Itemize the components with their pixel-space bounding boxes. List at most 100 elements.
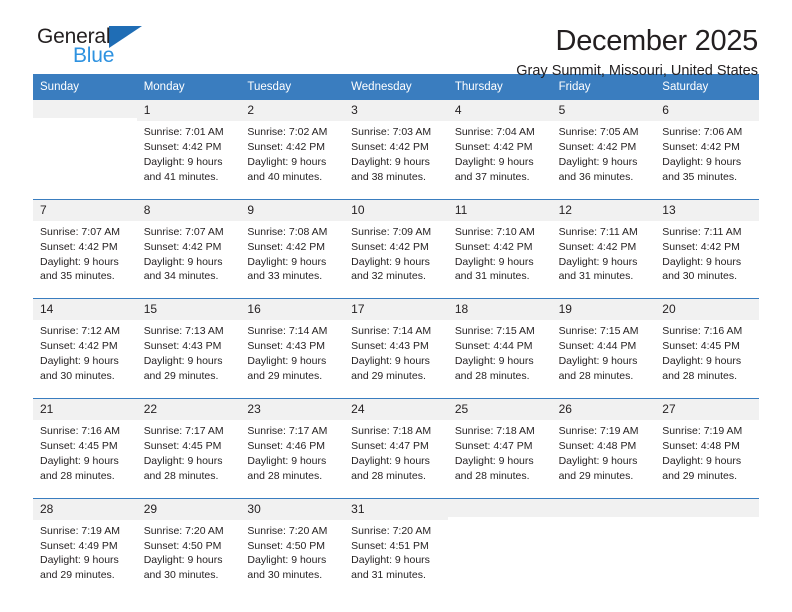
day-detail-line: and 29 minutes.	[40, 569, 115, 582]
day-number: 1	[136, 100, 241, 122]
calendar-day-cell[interactable]: 7 Sunrise: 7:07 AM Sunset: 4:42 PM Daylight…	[33, 199, 137, 289]
calendar-day-cell[interactable]: 16 Sunrise: 7:14 AM Sunset: 4:43 PM Dayligh…	[240, 299, 345, 388]
day-detail-line: Sunrise: 7:14 AM	[351, 325, 432, 338]
calendar-day-cell[interactable]: 25 Sunrise: 7:18 AM Sunset: 4:47 PM Dayligh…	[447, 398, 552, 488]
calendar-day-cell[interactable]: 14 Sunrise: 7:12 AM Sunset: 4:42 PM Dayligh…	[33, 299, 137, 388]
day-detail-line: and 35 minutes.	[662, 170, 737, 183]
day-detail-line: and 38 minutes.	[351, 170, 426, 183]
calendar-day-cell[interactable]: 28 Sunrise: 7:19 AM Sunset: 4:49 PM Dayligh…	[33, 498, 137, 588]
day-detail-line: Daylight: 9 hours	[143, 355, 223, 368]
day-detail-line: Sunset: 4:42 PM	[351, 240, 429, 253]
calendar-day-cell[interactable]: 20 Sunrise: 7:16 AM Sunset: 4:45 PM Dayligh…	[655, 299, 759, 388]
day-detail-line: Sunrise: 7:16 AM	[662, 325, 743, 338]
calendar-day-cell[interactable]: 21 Sunrise: 7:16 AM Sunset: 4:45 PM Dayligh…	[33, 398, 137, 488]
calendar-day-cell[interactable]: 4 Sunrise: 7:04 AM Sunset: 4:42 PM Daylight…	[447, 100, 552, 189]
day-number: 24	[344, 398, 448, 420]
calendar-day-cell[interactable]: 15 Sunrise: 7:13 AM Sunset: 4:43 PM Dayligh…	[136, 299, 241, 388]
day-detail-line: Sunrise: 7:11 AM	[558, 225, 638, 238]
calendar-day-cell[interactable]: 10 Sunrise: 7:09 AM Sunset: 4:42 PM Dayligh…	[344, 199, 448, 289]
day-detail-line: and 31 minutes.	[558, 270, 634, 283]
day-detail-line: and 29 minutes.	[558, 469, 634, 482]
calendar-day-cell[interactable]: 22 Sunrise: 7:17 AM Sunset: 4:45 PM Dayligh…	[136, 398, 241, 488]
day-detail-line: Daylight: 9 hours	[351, 355, 430, 368]
calendar-day-cell[interactable]: 11 Sunrise: 7:10 AM Sunset: 4:42 PM Dayligh…	[447, 199, 552, 289]
day-details: Sunrise: 7:16 AM Sunset: 4:45 PM Daylight:…	[655, 320, 759, 388]
day-number: 4	[447, 100, 552, 122]
calendar-day-cell[interactable]: 26 Sunrise: 7:19 AM Sunset: 4:48 PM Dayligh…	[551, 398, 656, 488]
calendar-day-cell[interactable]: 8 Sunrise: 7:07 AM Sunset: 4:42 PM Daylight…	[136, 199, 241, 289]
day-details: Sunrise: 7:19 AM Sunset: 4:49 PM Daylight:…	[33, 520, 137, 588]
day-detail-line: Daylight: 9 hours	[351, 554, 430, 567]
day-number: 20	[655, 299, 759, 321]
day-detail-line: Daylight: 9 hours	[454, 155, 534, 168]
day-detail-line: Sunset: 4:47 PM	[351, 439, 429, 452]
calendar-day-cell[interactable]: 12 Sunrise: 7:11 AM Sunset: 4:42 PM Dayligh…	[551, 199, 656, 289]
calendar-day-cell[interactable]: 9 Sunrise: 7:08 AM Sunset: 4:42 PM Daylight…	[240, 199, 345, 289]
day-detail-line: and 28 minutes.	[454, 370, 530, 383]
day-details: Sunrise: 7:19 AM Sunset: 4:48 PM Daylight:…	[655, 420, 759, 488]
day-detail-line: Sunset: 4:50 PM	[247, 539, 326, 552]
day-detail-line: Sunset: 4:43 PM	[351, 340, 429, 353]
calendar-day-cell[interactable]: 24 Sunrise: 7:18 AM Sunset: 4:47 PM Dayligh…	[344, 398, 448, 488]
calendar-week-row: 28 Sunrise: 7:19 AM Sunset: 4:49 PM Dayligh…	[33, 497, 759, 588]
day-details: Sunrise: 7:14 AM Sunset: 4:43 PM Daylight:…	[344, 320, 448, 388]
day-number: 18	[447, 299, 552, 321]
day-detail-line: and 35 minutes.	[40, 270, 115, 283]
day-details	[448, 517, 552, 525]
day-details: Sunrise: 7:09 AM Sunset: 4:42 PM Daylight:…	[344, 221, 448, 289]
day-detail-line: and 37 minutes.	[454, 170, 530, 183]
day-detail-line: Daylight: 9 hours	[40, 355, 119, 368]
calendar-day-cell-empty	[655, 498, 759, 588]
day-detail-line: Sunrise: 7:05 AM	[558, 126, 639, 139]
day-detail-line: and 29 minutes.	[351, 370, 426, 383]
logo-triangle-icon	[109, 26, 143, 48]
day-detail-line: Sunset: 4:42 PM	[247, 141, 326, 153]
day-detail-line: Sunrise: 7:13 AM	[143, 325, 224, 338]
day-details: Sunrise: 7:14 AM Sunset: 4:43 PM Daylight:…	[240, 320, 344, 388]
day-detail-line: and 34 minutes.	[143, 270, 219, 283]
calendar-day-cell[interactable]: 2 Sunrise: 7:02 AM Sunset: 4:42 PM Daylight…	[240, 100, 345, 189]
day-number	[655, 498, 759, 517]
day-number: 3	[344, 100, 448, 122]
day-detail-line: Sunset: 4:42 PM	[558, 240, 637, 253]
day-detail-line: Sunset: 4:42 PM	[558, 141, 637, 153]
day-detail-line: Sunset: 4:45 PM	[143, 439, 222, 452]
day-detail-line: Sunrise: 7:07 AM	[40, 225, 120, 238]
day-detail-line: and 28 minutes.	[454, 469, 530, 482]
day-detail-line: Daylight: 9 hours	[351, 155, 430, 168]
calendar-week-row: 21 Sunrise: 7:16 AM Sunset: 4:45 PM Dayligh…	[33, 397, 759, 488]
calendar-day-cell[interactable]: 13 Sunrise: 7:11 AM Sunset: 4:42 PM Dayligh…	[655, 199, 759, 289]
logo-text-blue: Blue	[73, 44, 115, 67]
generalblue-logo: General Blue	[33, 26, 217, 66]
calendar-day-cell[interactable]: 5 Sunrise: 7:05 AM Sunset: 4:42 PM Daylight…	[551, 100, 656, 189]
calendar-day-cell[interactable]: 17 Sunrise: 7:14 AM Sunset: 4:43 PM Dayligh…	[344, 299, 448, 388]
day-detail-line: and 28 minutes.	[40, 469, 115, 482]
day-details: Sunrise: 7:11 AM Sunset: 4:42 PM Daylight:…	[655, 221, 759, 289]
day-detail-line: Daylight: 9 hours	[351, 255, 430, 268]
day-detail-line: Sunset: 4:42 PM	[662, 141, 740, 153]
calendar-day-cell[interactable]: 29 Sunrise: 7:20 AM Sunset: 4:50 PM Dayligh…	[136, 498, 241, 588]
day-details	[552, 517, 656, 525]
day-details: Sunrise: 7:08 AM Sunset: 4:42 PM Daylight:…	[240, 221, 344, 289]
calendar-day-cell[interactable]: 27 Sunrise: 7:19 AM Sunset: 4:48 PM Dayligh…	[655, 398, 759, 488]
day-details: Sunrise: 7:11 AM Sunset: 4:42 PM Daylight:…	[552, 221, 656, 289]
day-detail-line: Sunrise: 7:18 AM	[454, 424, 535, 437]
calendar-day-cell[interactable]: 6 Sunrise: 7:06 AM Sunset: 4:42 PM Daylight…	[655, 100, 759, 189]
calendar-day-cell[interactable]: 1 Sunrise: 7:01 AM Sunset: 4:42 PM Daylight…	[136, 100, 241, 189]
calendar-day-cell[interactable]: 19 Sunrise: 7:15 AM Sunset: 4:44 PM Dayligh…	[551, 299, 656, 388]
calendar-day-cell[interactable]: 3 Sunrise: 7:03 AM Sunset: 4:42 PM Daylight…	[344, 100, 448, 189]
day-detail-line: Sunset: 4:45 PM	[40, 439, 118, 452]
day-detail-line: Daylight: 9 hours	[351, 454, 430, 467]
day-detail-line: Sunset: 4:43 PM	[143, 340, 222, 353]
day-detail-line: and 28 minutes.	[558, 370, 634, 383]
day-detail-line: Sunset: 4:43 PM	[247, 340, 326, 353]
calendar-day-cell[interactable]: 23 Sunrise: 7:17 AM Sunset: 4:46 PM Dayligh…	[240, 398, 345, 488]
day-detail-line: Daylight: 9 hours	[454, 355, 534, 368]
calendar-day-cell[interactable]: 31 Sunrise: 7:20 AM Sunset: 4:51 PM Dayligh…	[344, 498, 448, 588]
calendar-day-cell[interactable]: 18 Sunrise: 7:15 AM Sunset: 4:44 PM Dayligh…	[447, 299, 552, 388]
day-detail-line: Sunrise: 7:04 AM	[454, 126, 535, 139]
calendar-day-cell[interactable]: 30 Sunrise: 7:20 AM Sunset: 4:50 PM Dayligh…	[240, 498, 345, 588]
day-detail-line: Sunset: 4:42 PM	[40, 340, 118, 353]
day-detail-line: Sunrise: 7:15 AM	[454, 325, 535, 338]
calendar-day-cell-empty	[33, 100, 137, 189]
